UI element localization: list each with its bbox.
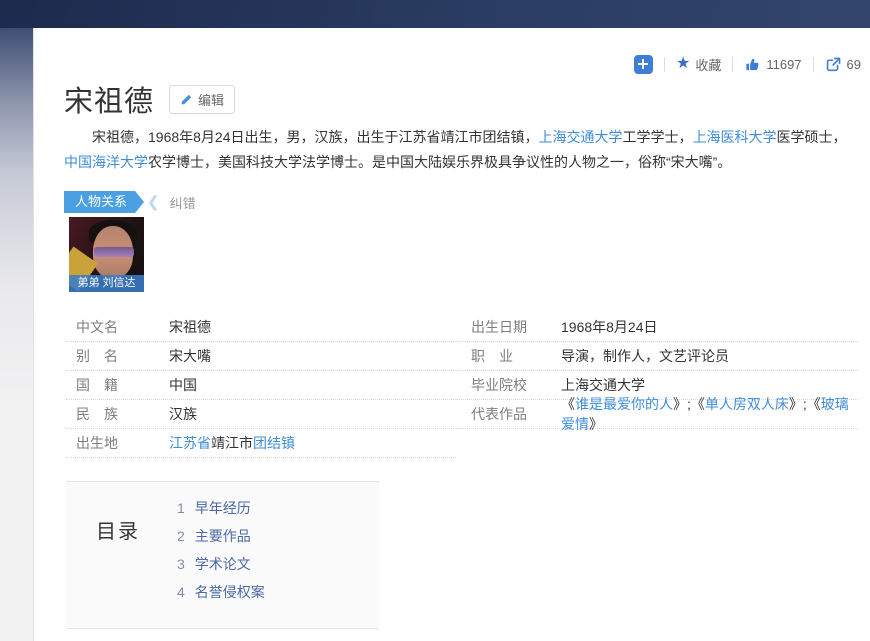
row-label: 别 名	[66, 346, 169, 366]
toc-number: 4	[177, 584, 185, 600]
table-row: 职 业 导演，制作人，文艺评论员	[456, 342, 858, 371]
birthplace-plain-text: 靖江市	[211, 435, 253, 451]
table-row: 别 名 宋大嘴	[66, 342, 456, 371]
toolbar: ★ 收藏 11697 69	[634, 52, 861, 76]
toolbar-divider	[664, 57, 665, 72]
toc-item-1[interactable]: 1 早年经历	[177, 494, 265, 522]
row-value: 江苏省靖江市团结镇	[169, 433, 295, 453]
row-label: 职 业	[456, 346, 561, 366]
toc-link-major-works[interactable]: 主要作品	[195, 528, 251, 544]
pencil-icon	[180, 93, 193, 106]
edit-button[interactable]: 编辑	[169, 85, 235, 114]
link-tuanjie-town[interactable]: 团结镇	[253, 435, 295, 451]
toc-box: 目录 1 早年经历 2 主要作品 3 学术论文 4 名誉侵权案	[66, 481, 379, 629]
content-card: ★ 收藏 11697 69 宋祖德 编辑 宋祖德，	[33, 28, 870, 641]
toc-item-3[interactable]: 3 学术论文	[177, 550, 265, 578]
toc-number: 1	[177, 500, 185, 516]
app-download-icon[interactable]	[634, 55, 653, 74]
bracket: 》	[589, 416, 603, 432]
photo-caption: 弟弟 刘信达	[69, 275, 144, 292]
share-count: 69	[847, 57, 861, 72]
bracket: 》	[673, 396, 687, 412]
toc-link-academic-papers[interactable]: 学术论文	[195, 556, 251, 572]
bracket: 《	[561, 396, 575, 412]
link-jiangsu[interactable]: 江苏省	[169, 435, 211, 451]
favorite-label: 收藏	[695, 55, 721, 74]
photo-sunglasses-shape	[94, 247, 134, 257]
table-row: 出生日期 1968年8月24日	[456, 313, 858, 342]
link-work-1[interactable]: 谁是最爱你的人	[575, 396, 673, 412]
title-row: 宋祖德 编辑	[64, 78, 235, 120]
relation-photo[interactable]: 弟弟 刘信达	[69, 217, 144, 292]
thumbs-up-icon	[744, 56, 761, 73]
link-work-2[interactable]: 单人房双人床	[705, 396, 789, 412]
toc-link-defamation-case[interactable]: 名誉侵权案	[195, 584, 265, 600]
star-icon: ★	[676, 56, 690, 72]
row-label: 国 籍	[66, 375, 169, 395]
infobox: 中文名 宋祖德 别 名 宋大嘴 国 籍 中国 民 族 汉族 出生地 江苏省靖江市…	[66, 313, 858, 458]
link-shanghai-medical[interactable]: 上海医科大学	[693, 129, 777, 145]
favorite-button[interactable]: ★ 收藏	[676, 55, 721, 74]
row-value: 上海交通大学	[561, 375, 645, 395]
plus-icon	[638, 59, 648, 69]
error-correction-link[interactable]: 纠错	[170, 193, 196, 212]
row-label: 代表作品	[456, 404, 561, 424]
row-value: 《谁是最爱你的人》;《单人房双人床》;《玻璃爱情》	[561, 394, 858, 434]
like-count: 11697	[766, 57, 801, 72]
like-button[interactable]: 11697	[744, 56, 801, 73]
row-value: 1968年8月24日	[561, 317, 658, 337]
summary-text: 医学硕士，	[777, 129, 847, 145]
relationship-tab[interactable]: 人物关系	[64, 191, 144, 213]
toc-number: 3	[177, 556, 185, 572]
toc-list: 1 早年经历 2 主要作品 3 学术论文 4 名誉侵权案	[177, 494, 265, 606]
row-label: 民 族	[66, 404, 169, 424]
row-value: 宋大嘴	[169, 346, 211, 366]
toc-item-2[interactable]: 2 主要作品	[177, 522, 265, 550]
link-ocean-university[interactable]: 中国海洋大学	[64, 154, 148, 170]
bracket: 《	[691, 396, 705, 412]
toc-title: 目录	[96, 515, 140, 544]
row-value: 导演，制作人，文艺评论员	[561, 346, 729, 366]
table-row-birthplace: 出生地 江苏省靖江市团结镇	[66, 429, 456, 458]
row-value: 汉族	[169, 404, 197, 424]
summary-text: 农学博士，美国科技大学法学博士。是中国大陆娱乐界极具争议性的人物之一，俗称“宋大…	[148, 154, 731, 170]
link-shanghai-jiaotong[interactable]: 上海交通大学	[539, 129, 623, 145]
relationship-module: 人物关系 ❮ 纠错	[64, 191, 196, 213]
toc-number: 2	[177, 528, 185, 544]
toc-link-early-life[interactable]: 早年经历	[195, 500, 251, 516]
table-row: 国 籍 中国	[66, 371, 456, 400]
row-value: 中国	[169, 375, 197, 395]
edit-label: 编辑	[198, 90, 224, 109]
background-top-bar	[0, 0, 870, 28]
background-left-gradient	[0, 28, 33, 641]
toc-item-4[interactable]: 4 名誉侵权案	[177, 578, 265, 606]
row-label: 毕业院校	[456, 375, 561, 395]
table-row: 民 族 汉族	[66, 400, 456, 429]
toolbar-divider	[732, 57, 733, 72]
row-label: 中文名	[66, 317, 169, 337]
row-value: 宋祖德	[169, 317, 211, 337]
summary-text: 宋祖德，1968年8月24日出生，男，汉族，出生于江苏省靖江市团结镇，	[92, 129, 539, 145]
summary-text: 工学学士，	[623, 129, 693, 145]
bracket: 《	[807, 396, 821, 412]
table-row-works: 代表作品 《谁是最爱你的人》;《单人房双人床》;《玻璃爱情》	[456, 400, 858, 429]
chevron-left-icon: ❮	[147, 193, 160, 211]
infobox-right-column: 出生日期 1968年8月24日 职 业 导演，制作人，文艺评论员 毕业院校 上海…	[456, 313, 858, 458]
table-row: 中文名 宋祖德	[66, 313, 456, 342]
toolbar-divider	[813, 57, 814, 72]
bracket: 》	[789, 396, 803, 412]
page-title: 宋祖德	[64, 78, 154, 120]
row-label: 出生日期	[456, 317, 561, 337]
share-button[interactable]: 69	[825, 56, 861, 73]
infobox-left-column: 中文名 宋祖德 别 名 宋大嘴 国 籍 中国 民 族 汉族 出生地 江苏省靖江市…	[66, 313, 456, 458]
summary-paragraph: 宋祖德，1968年8月24日出生，男，汉族，出生于江苏省靖江市团结镇，上海交通大…	[64, 125, 858, 175]
share-icon	[825, 56, 842, 73]
row-label: 出生地	[66, 433, 169, 453]
